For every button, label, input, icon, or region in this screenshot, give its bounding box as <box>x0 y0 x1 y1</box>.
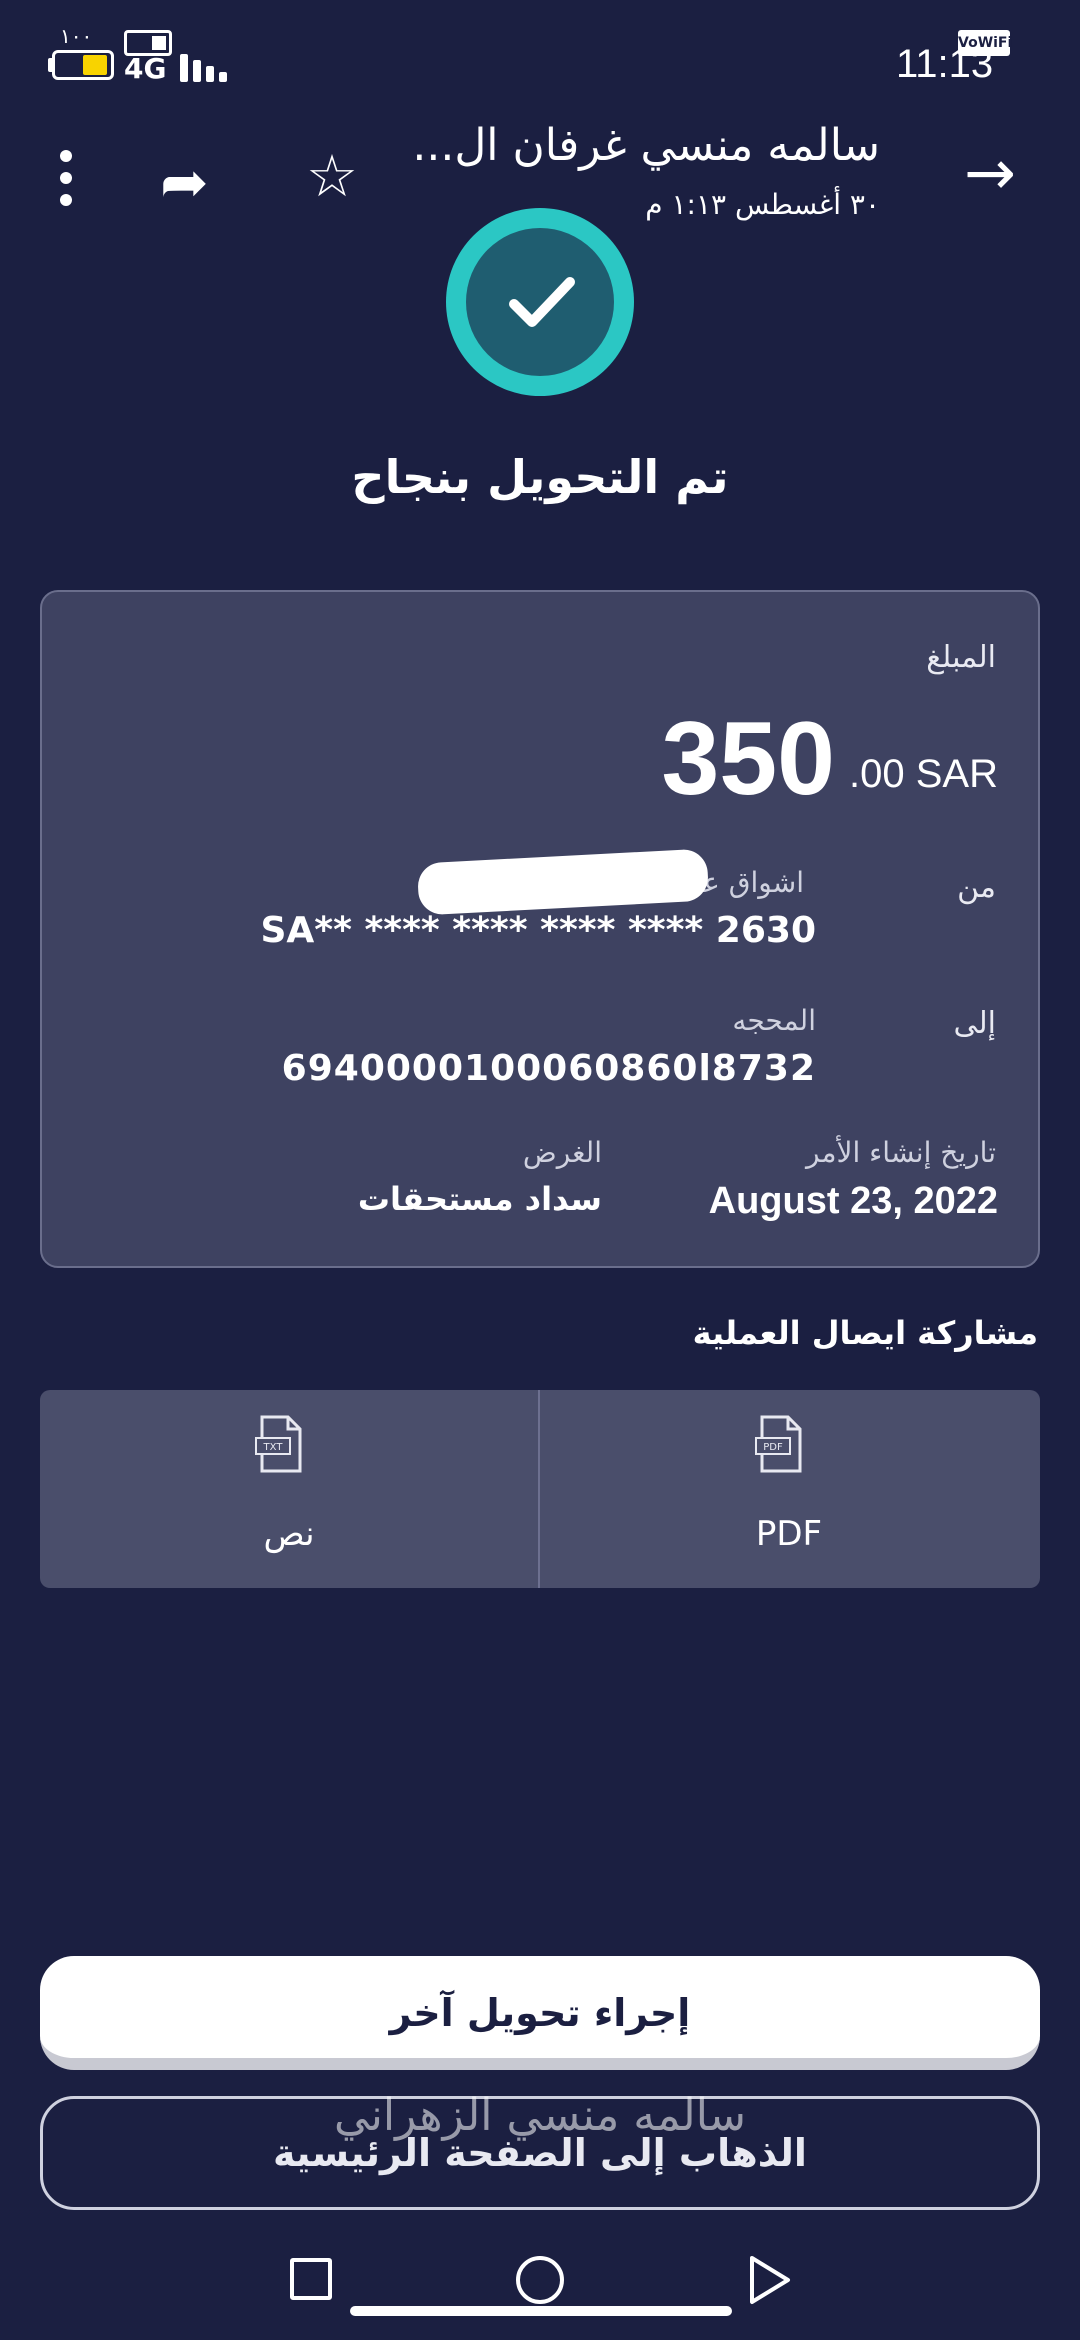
back-button[interactable] <box>748 2254 792 2306</box>
forward-icon: ➦ <box>160 148 209 216</box>
amount-label: المبلغ <box>926 640 996 675</box>
purpose-label: الغرض <box>522 1136 602 1169</box>
background-date: ٣٠ أغسطس ١:١٣ م <box>645 188 880 221</box>
battery-level <box>83 55 107 75</box>
more-options-icon <box>60 150 72 206</box>
sender-account: SA** **** **** **** **** 2630 <box>260 910 816 951</box>
recent-apps-button[interactable] <box>290 2258 332 2300</box>
overlay-watermark-name: سالمه منسي الزهراني <box>334 2090 746 2141</box>
new-transfer-button[interactable]: إجراء تحويل آخر <box>40 1956 1040 2070</box>
share-pdf-button[interactable]: PDF PDF <box>540 1390 1038 1588</box>
pdf-file-icon: PDF <box>755 1415 802 1473</box>
txt-icon-text: TXT <box>263 1442 284 1453</box>
back-arrow-icon: → <box>964 136 1016 209</box>
success-title: تم التحويل بنجاح <box>351 450 729 504</box>
order-date-label: تاريخ إنشاء الأمر <box>806 1136 996 1169</box>
home-indicator <box>350 2306 732 2316</box>
share-text-label: نص <box>263 1514 315 1554</box>
share-text-button[interactable]: TXT نص <box>40 1390 538 1588</box>
share-pdf-label: PDF <box>755 1514 823 1554</box>
from-label: من <box>957 870 996 905</box>
txt-file-icon: TXT <box>255 1415 302 1473</box>
vowifi-icon: VoWiFi <box>958 30 1012 56</box>
amount-value: 350 <box>661 701 835 817</box>
sender-name: اشواق عـ <box>694 866 804 899</box>
recipient-name: المحجه <box>732 1004 816 1037</box>
background-contact-name: سالمه منسي غرفان ال... <box>412 120 880 171</box>
home-button[interactable] <box>516 2256 564 2304</box>
share-receipt-title: مشاركة ايصال العملية <box>692 1314 1038 1352</box>
purpose-value: سداد مستحقات <box>357 1180 602 1218</box>
battery-percent: ١٠٠ <box>60 24 93 48</box>
network-type: 4G <box>124 52 167 85</box>
amount-currency: .00 SAR <box>849 752 998 796</box>
recipient-account: 6940000100060860l8732 <box>281 1048 816 1089</box>
order-date: August 23, 2022 <box>708 1180 998 1222</box>
to-label: إلى <box>953 1006 996 1041</box>
success-check-inner <box>466 228 614 376</box>
signal-icon <box>180 54 232 82</box>
star-icon: ☆ <box>306 142 358 210</box>
pdf-icon-text: PDF <box>763 1442 783 1453</box>
